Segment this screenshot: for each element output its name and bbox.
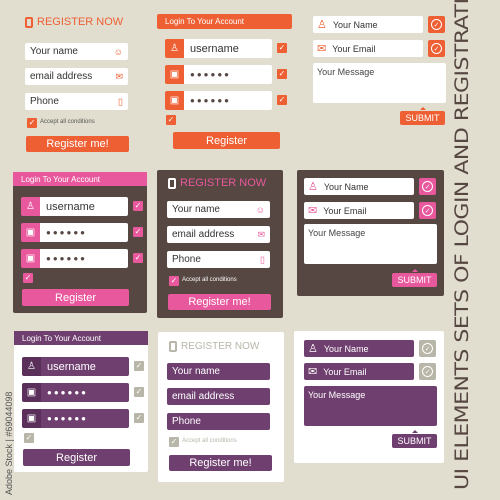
password-checkbox[interactable]: ✓	[134, 387, 144, 397]
password-checkbox[interactable]: ✓	[277, 69, 287, 79]
confirm-checkbox[interactable]: ✓	[133, 253, 143, 263]
username-checkbox[interactable]: ✓	[134, 361, 144, 371]
remember-checkbox[interactable]: ✓	[166, 115, 176, 125]
register-me-button[interactable]: Register me!	[168, 294, 271, 310]
register-me-button[interactable]: Register me!	[169, 455, 272, 471]
envelope-icon: ✉	[317, 43, 327, 55]
username-input[interactable]: username	[40, 197, 128, 216]
side-title: UI ELEMENTS SETS OF LOGIN AND REGISTRATI…	[452, 0, 474, 490]
tag-icon	[168, 177, 176, 189]
user-icon: ♙	[308, 181, 318, 193]
login-header: Login To Your Account	[14, 331, 148, 345]
lock-check-icon: ▣	[21, 249, 40, 268]
login-header: Login To Your Account	[157, 14, 292, 29]
username-checkbox[interactable]: ✓	[133, 201, 143, 211]
phone-input[interactable]: Phone	[167, 413, 270, 430]
login-header: Login To Your Account	[13, 172, 147, 186]
email-input[interactable]: email address ✉	[25, 68, 128, 85]
register-button[interactable]: Register	[173, 132, 280, 149]
user-icon: ♙	[165, 39, 184, 58]
lock-check-icon: ▣	[165, 91, 184, 110]
message-textarea[interactable]: Your Message	[313, 63, 446, 103]
smiley-icon: ☺	[113, 46, 123, 57]
lock-icon: ▣	[22, 383, 41, 402]
username-input[interactable]: username	[41, 357, 129, 376]
mobile-phone-icon: ▯	[260, 254, 265, 264]
user-icon: ♙	[22, 357, 41, 376]
envelope-icon: ✉	[257, 229, 265, 239]
name-confirm-check[interactable]: ✓	[419, 178, 436, 195]
confirm-password-input[interactable]: ●●●●●●	[40, 249, 128, 268]
envelope-icon: ✉	[308, 366, 318, 378]
password-input[interactable]: ●●●●●●	[184, 65, 272, 84]
check-circle-icon: ✓	[431, 43, 442, 54]
remember-checkbox[interactable]: ✓	[24, 433, 34, 443]
confirm-password-input[interactable]: ●●●●●●	[184, 91, 272, 110]
accept-label: Accept all conditions	[40, 119, 95, 125]
accept-label: Accept all conditions	[182, 438, 237, 444]
password-input[interactable]: ●●●●●●	[40, 223, 128, 242]
name-input[interactable]: Your name	[167, 363, 270, 380]
submit-button[interactable]: SUBMIT	[400, 107, 445, 125]
accept-checkbox[interactable]: ✓	[27, 118, 37, 128]
check-circle-icon: ✓	[422, 205, 433, 216]
message-textarea[interactable]: Your Message	[304, 386, 437, 426]
lock-icon: ▣	[21, 223, 40, 242]
check-circle-icon: ✓	[422, 343, 433, 354]
tag-icon	[169, 341, 177, 352]
submit-button[interactable]: SUBMIT	[392, 430, 437, 448]
watermark: Adobe Stock | #69044098	[4, 391, 14, 495]
user-icon: ♙	[21, 197, 40, 216]
check-circle-icon: ✓	[431, 19, 442, 30]
confirm-password-input[interactable]: ●●●●●●	[41, 409, 129, 428]
check-circle-icon: ✓	[422, 366, 433, 377]
email-confirm-check[interactable]: ✓	[419, 202, 436, 219]
remember-checkbox[interactable]: ✓	[23, 273, 33, 283]
username-input[interactable]: username	[184, 39, 272, 58]
mobile-phone-icon: ▯	[118, 96, 123, 106]
name-confirm-check[interactable]: ✓	[419, 340, 436, 357]
name-confirm-check[interactable]: ✓	[428, 16, 445, 33]
name-input[interactable]: Your name ☺	[167, 201, 270, 218]
tag-icon	[25, 16, 33, 28]
register-button[interactable]: Register	[22, 289, 129, 306]
accept-checkbox[interactable]: ✓	[169, 437, 179, 447]
email-input[interactable]: email address	[167, 388, 270, 405]
submit-button[interactable]: SUBMIT	[392, 269, 437, 287]
username-checkbox[interactable]: ✓	[277, 43, 287, 53]
email-confirm-check[interactable]: ✓	[419, 363, 436, 380]
accept-label: Accept all conditions	[182, 277, 237, 283]
accept-checkbox[interactable]: ✓	[169, 276, 179, 286]
phone-input[interactable]: Phone ▯	[25, 93, 128, 110]
register-me-button[interactable]: Register me!	[26, 136, 129, 152]
contact-email-input[interactable]: ✉ Your Email	[313, 40, 423, 57]
user-icon: ♙	[308, 343, 318, 355]
contact-email-input[interactable]: ✉ Your Email	[304, 363, 414, 380]
envelope-icon: ✉	[115, 71, 123, 81]
password-checkbox[interactable]: ✓	[133, 227, 143, 237]
contact-name-input[interactable]: ♙ Your Name	[304, 340, 414, 357]
check-circle-icon: ✓	[422, 181, 433, 192]
phone-input[interactable]: Phone ▯	[167, 251, 270, 268]
lock-check-icon: ▣	[22, 409, 41, 428]
name-input[interactable]: Your name ☺	[25, 43, 128, 60]
register-title: REGISTER NOW	[169, 341, 259, 352]
envelope-icon: ✉	[308, 205, 318, 217]
message-textarea[interactable]: Your Message	[304, 224, 437, 264]
register-button[interactable]: Register	[23, 449, 130, 466]
contact-name-input[interactable]: ♙ Your Name	[313, 16, 423, 33]
password-input[interactable]: ●●●●●●	[41, 383, 129, 402]
lock-icon: ▣	[165, 65, 184, 84]
email-confirm-check[interactable]: ✓	[428, 40, 445, 57]
smiley-icon: ☺	[255, 204, 265, 215]
email-input[interactable]: email address ✉	[167, 226, 270, 243]
user-icon: ♙	[317, 19, 327, 31]
contact-name-input[interactable]: ♙ Your Name	[304, 178, 414, 195]
confirm-checkbox[interactable]: ✓	[134, 413, 144, 423]
register-title: REGISTER NOW	[168, 177, 266, 189]
contact-email-input[interactable]: ✉ Your Email	[304, 202, 414, 219]
confirm-checkbox[interactable]: ✓	[277, 95, 287, 105]
register-title: REGISTER NOW	[25, 16, 123, 28]
